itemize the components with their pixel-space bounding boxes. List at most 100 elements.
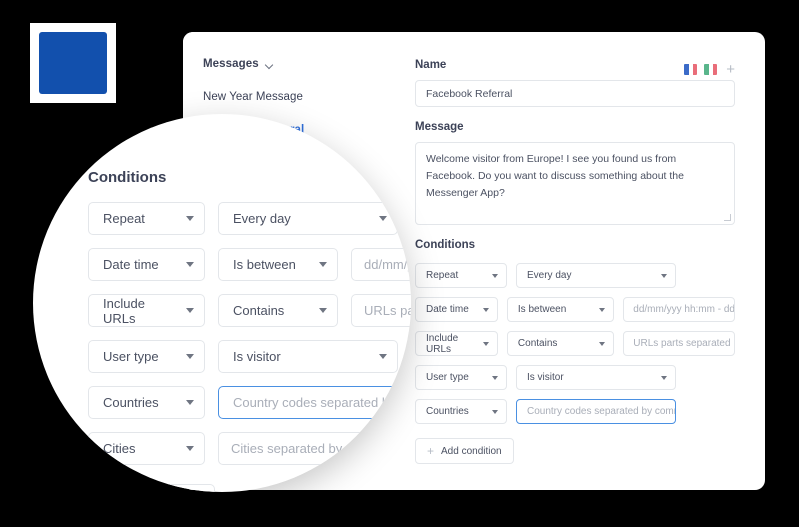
caret-down-icon [492, 409, 498, 414]
france-flag-icon[interactable] [684, 64, 698, 75]
magnified-condition-row-countries: Countries Country codes separated by com… [88, 386, 411, 419]
sidebar-item-new-year-message[interactable]: New Year Message [203, 91, 397, 103]
condition-operator-select-repeat[interactable]: Every day [516, 263, 676, 288]
magnified-condition-operator-select-user-type[interactable]: Is visitor [218, 340, 398, 373]
caret-down-icon [482, 341, 489, 346]
name-input[interactable] [415, 80, 735, 107]
caret-down-icon [186, 446, 194, 451]
magnified-condition-type-select-include-urls[interactable]: Include URLs [88, 294, 205, 327]
caret-down-icon [186, 262, 194, 267]
condition-type-label: User type [103, 349, 159, 364]
magnified-condition-type-select-repeat[interactable]: Repeat [88, 202, 205, 235]
condition-value-input-urls[interactable]: URLs parts separated by c [623, 331, 735, 356]
condition-type-label: Repeat [103, 211, 145, 226]
messages-dropdown-label: Messages [203, 58, 259, 70]
magnified-condition-row-cities: Cities Cities separated by commas [88, 432, 411, 465]
magnified-condition-operator-select-include-urls[interactable]: Contains [218, 294, 338, 327]
caret-down-icon [379, 216, 387, 221]
condition-operator-label: Contains [233, 303, 285, 318]
magnified-condition-value-input-cities[interactable]: Cities separated by commas [218, 432, 403, 465]
caret-down-icon [319, 308, 327, 313]
magnified-condition-value-input-date-range[interactable]: dd/mm/yyy hh: [351, 248, 411, 281]
condition-operator-select-user-type[interactable]: Is visitor [516, 365, 676, 390]
caret-down-icon [661, 375, 667, 380]
condition-type-label: Date time [103, 257, 159, 272]
magnified-conditions-list: Repeat Every day Date time Is between dd… [88, 202, 411, 492]
condition-row-user-type: User type Is visitor [415, 365, 735, 390]
magnified-condition-type-select-countries[interactable]: Countries [88, 386, 205, 419]
screenshot-stage: Messages New Year Message Facebook Refer… [0, 0, 799, 527]
magnified-condition-row-user-type: User type Is visitor [88, 340, 411, 373]
magnifier-lens: Conditions Repeat Every day Date time Is… [33, 114, 411, 492]
magnified-condition-type-select-cities[interactable]: Cities [88, 432, 205, 465]
caret-down-icon [599, 341, 606, 346]
message-textarea[interactable]: Welcome visitor from Europe! I see you f… [415, 142, 735, 225]
add-language-button[interactable]: + [726, 62, 735, 77]
magnified-condition-row-repeat: Repeat Every day [88, 202, 411, 235]
magnified-condition-value-input-countries[interactable]: Country codes separated by commas [218, 386, 403, 419]
condition-row-repeat: Repeat Every day [415, 263, 735, 288]
condition-operator-label: Every day [233, 211, 291, 226]
condition-type-select-countries[interactable]: Countries [415, 399, 507, 424]
condition-type-select-repeat[interactable]: Repeat [415, 263, 507, 288]
condition-type-select-user-type[interactable]: User type [415, 365, 507, 390]
message-label: Message [415, 121, 464, 133]
magnified-condition-value-input-urls[interactable]: URLs parts se [351, 294, 411, 327]
chevron-down-icon [266, 61, 275, 70]
caret-down-icon [492, 375, 498, 380]
conditions-title: Conditions [415, 239, 476, 251]
condition-type-label: Countries [103, 395, 159, 410]
condition-operator-label: Is visitor [233, 349, 281, 364]
condition-operator-label: Is visitor [527, 372, 564, 383]
app-logo-icon [39, 32, 107, 94]
caret-down-icon [599, 307, 606, 312]
name-label: Name [415, 59, 447, 71]
magnified-condition-type-select-user-type[interactable]: User type [88, 340, 205, 373]
logo-badge [30, 23, 116, 103]
caret-down-icon [482, 307, 489, 312]
condition-type-select-date-time[interactable]: Date time [415, 297, 498, 322]
magnified-condition-operator-select-date-time[interactable]: Is between [218, 248, 338, 281]
magnified-condition-operator-select-repeat[interactable]: Every day [218, 202, 398, 235]
condition-operator-label: Is between [517, 304, 567, 315]
magnified-condition-row-date-time: Date time Is between dd/mm/yyy hh: [88, 248, 411, 281]
condition-type-label: User type [426, 372, 469, 383]
condition-type-select-include-urls[interactable]: Include URLs [415, 331, 498, 356]
condition-value-input-date-range[interactable]: dd/mm/yyy hh:mm - dd/mm/y [623, 297, 735, 322]
condition-type-label: Date time [426, 304, 469, 315]
condition-operator-select-date-time[interactable]: Is between [506, 297, 615, 322]
caret-down-icon [186, 308, 194, 313]
condition-row-date-time: Date time Is between dd/mm/yyy hh:mm - d… [415, 297, 735, 322]
magnifier-content: Conditions Repeat Every day Date time Is… [33, 114, 411, 492]
caret-down-icon [379, 354, 387, 359]
plus-icon: + [427, 444, 435, 458]
italy-flag-icon[interactable] [704, 64, 718, 75]
caret-down-icon [186, 354, 194, 359]
caret-down-icon [661, 273, 667, 278]
caret-down-icon [492, 273, 498, 278]
magnified-conditions-title: Conditions [88, 169, 167, 186]
condition-type-label: Include URLs [103, 295, 145, 326]
name-label-row: Name + [415, 59, 735, 80]
condition-operator-label: Contains [517, 338, 558, 349]
condition-row-countries: Countries Country codes separated by com… [415, 399, 735, 424]
add-condition-label: Add condition [441, 445, 502, 457]
magnified-condition-row-include-urls: Include URLs Contains URLs parts se [88, 294, 411, 327]
condition-type-label: Include URLs [426, 332, 459, 355]
add-condition-button[interactable]: + Add condition [415, 438, 514, 464]
condition-value-input-countries[interactable]: Country codes separated by commas [516, 399, 676, 424]
condition-row-include-urls: Include URLs Contains URLs parts separat… [415, 331, 735, 356]
condition-operator-label: Every day [527, 270, 572, 281]
language-switcher: + [684, 62, 735, 77]
condition-type-label: Countries [426, 406, 469, 417]
condition-operator-select-include-urls[interactable]: Contains [506, 331, 615, 356]
messages-dropdown[interactable]: Messages [203, 58, 397, 70]
caret-down-icon [319, 262, 327, 267]
condition-operator-label: Is between [233, 257, 296, 272]
magnified-add-condition-button[interactable]: + Add condition [88, 484, 215, 492]
condition-type-label: Repeat [426, 270, 459, 281]
message-editor-panel: Name + Message Welcome visitor from Euro… [397, 32, 765, 490]
caret-down-icon [186, 216, 194, 221]
caret-down-icon [186, 400, 194, 405]
magnified-condition-type-select-date-time[interactable]: Date time [88, 248, 205, 281]
